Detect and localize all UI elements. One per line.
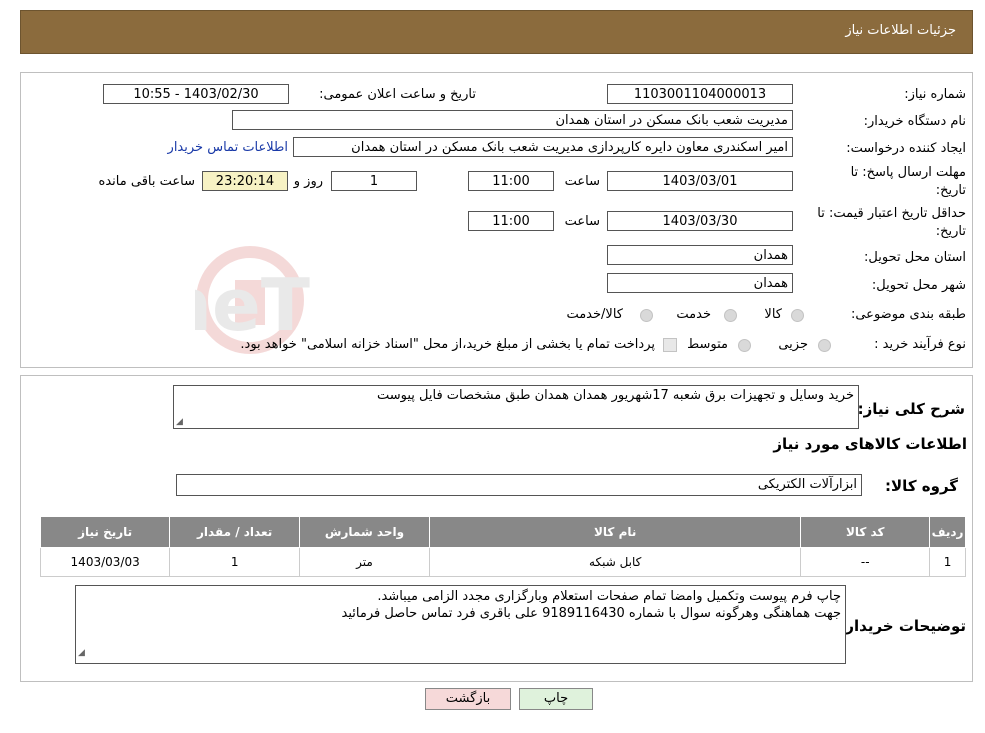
table-header-row: ردیف کد کالا نام کالا واحد شمارش تعداد /… [39, 516, 966, 548]
back-button[interactable]: بازگشت [425, 688, 511, 710]
reply-time-field: 11:00 [468, 171, 554, 191]
min-price-time-label: ساعت [564, 214, 600, 229]
cell-unit: متر [299, 547, 430, 577]
buyer-notes-label: توضیحات خریدار: [839, 617, 966, 635]
contact-info-link[interactable]: اطلاعات تماس خریدار [168, 140, 288, 155]
cell-qty: 1 [169, 547, 301, 577]
description-label: شرح کلی نیاز: [857, 400, 965, 418]
announce-label: تاریخ و ساعت اعلان عمومی: [319, 87, 476, 102]
process-note: پرداخت تمام یا بخشی از مبلغ خرید،از محل … [240, 337, 655, 352]
table-row: 1 -- کابل شبکه متر 1 1403/03/03 [39, 547, 966, 577]
radio-kala-icon[interactable] [791, 309, 804, 322]
col-unit: واحد شمارش [299, 516, 430, 548]
category-option-kala: کالا [764, 307, 782, 322]
announce-field: 1403/02/30 - 10:55 [103, 84, 289, 104]
page-header: جزئیات اطلاعات نیاز [20, 10, 973, 54]
province-field: همدان [607, 245, 793, 265]
col-name: نام کالا [428, 516, 802, 548]
reply-deadline-label: مهلت ارسال پاسخ: تا [850, 165, 966, 180]
category-option-kala-khedmat: کالا/خدمت [566, 307, 623, 322]
radio-motavaset-icon[interactable] [738, 339, 751, 352]
print-button[interactable]: چاپ [519, 688, 593, 710]
reply-time-label: ساعت [564, 174, 600, 189]
min-price-label: حداقل تاریخ اعتبار قیمت: تا [817, 206, 966, 221]
creator-label: ایجاد کننده درخواست: [846, 141, 966, 156]
creator-field: امیر اسکندری معاون دایره کارپردازی مدیری… [293, 137, 793, 157]
radio-jozi-icon[interactable] [818, 339, 831, 352]
remaining-label: ساعت باقی مانده [98, 174, 195, 189]
buyer-org-field: مدیریت شعب بانک مسکن در استان همدان [232, 110, 793, 130]
need-number-field: 1103001104000013 [607, 84, 793, 104]
process-option-jozi: جزیی [778, 337, 808, 352]
process-option-motavaset: متوسط [687, 337, 728, 352]
category-option-khedmat: خدمت [676, 307, 711, 322]
items-table: ردیف کد کالا نام کالا واحد شمارش تعداد /… [39, 516, 966, 577]
remaining-time-field: 23:20:14 [202, 171, 288, 191]
need-number-label: شماره نیاز: [904, 87, 966, 102]
min-price-label-2: تاریخ: [935, 224, 966, 239]
min-price-date-field: 1403/03/30 [607, 211, 793, 231]
description-textarea[interactable]: خرید وسایل و تجهیزات برق شعبه 17شهریور ه… [173, 385, 859, 429]
cell-date: 1403/03/03 [39, 547, 171, 577]
buyer-notes-textarea[interactable]: چاپ فرم پیوست وتکمیل وامضا تمام صفحات اس… [75, 585, 846, 664]
col-row: ردیف [929, 516, 966, 548]
reply-deadline-label-2: تاریخ: [935, 183, 966, 198]
items-title: اطلاعات کالاهای مورد نیاز [773, 435, 967, 453]
buyer-notes-line2: جهت هماهنگی وهرگونه سوال با شماره 918911… [341, 606, 841, 621]
watermark-text: AriaTender.neT [195, 263, 310, 347]
cell-name: کابل شبکه [428, 547, 802, 577]
description-text: خرید وسایل و تجهیزات برق شعبه 17شهریور ه… [376, 388, 854, 403]
group-field: ابزارآلات الکتریکی [176, 474, 862, 496]
days-field: 1 [331, 171, 417, 191]
buyer-org-label: نام دستگاه خریدار: [863, 114, 966, 129]
page-title: جزئیات اطلاعات نیاز [845, 23, 956, 38]
category-label: طبقه بندی موضوعی: [850, 307, 966, 322]
group-label: گروه کالا: [885, 477, 958, 495]
min-price-time-field: 11:00 [468, 211, 554, 231]
resize-grip-icon[interactable]: ◢ [176, 417, 183, 427]
cell-code: -- [800, 547, 931, 577]
process-label: نوع فرآیند خرید : [874, 337, 966, 352]
radio-khedmat-icon[interactable] [724, 309, 737, 322]
province-label: استان محل تحویل: [864, 250, 966, 265]
reply-date-field: 1403/03/01 [607, 171, 793, 191]
col-date: تاریخ نیاز [39, 516, 171, 548]
resize-grip-icon[interactable]: ◢ [78, 645, 85, 662]
col-code: کد کالا [800, 516, 931, 548]
buyer-notes-line1: چاپ فرم پیوست وتکمیل وامضا تمام صفحات اس… [377, 589, 841, 604]
city-label: شهر محل تحویل: [871, 278, 966, 293]
treasury-checkbox[interactable] [663, 338, 677, 352]
city-field: همدان [607, 273, 793, 293]
cell-row: 1 [929, 547, 966, 577]
col-qty: تعداد / مقدار [169, 516, 301, 548]
days-label: روز و [293, 174, 323, 189]
radio-kala-khedmat-icon[interactable] [640, 309, 653, 322]
